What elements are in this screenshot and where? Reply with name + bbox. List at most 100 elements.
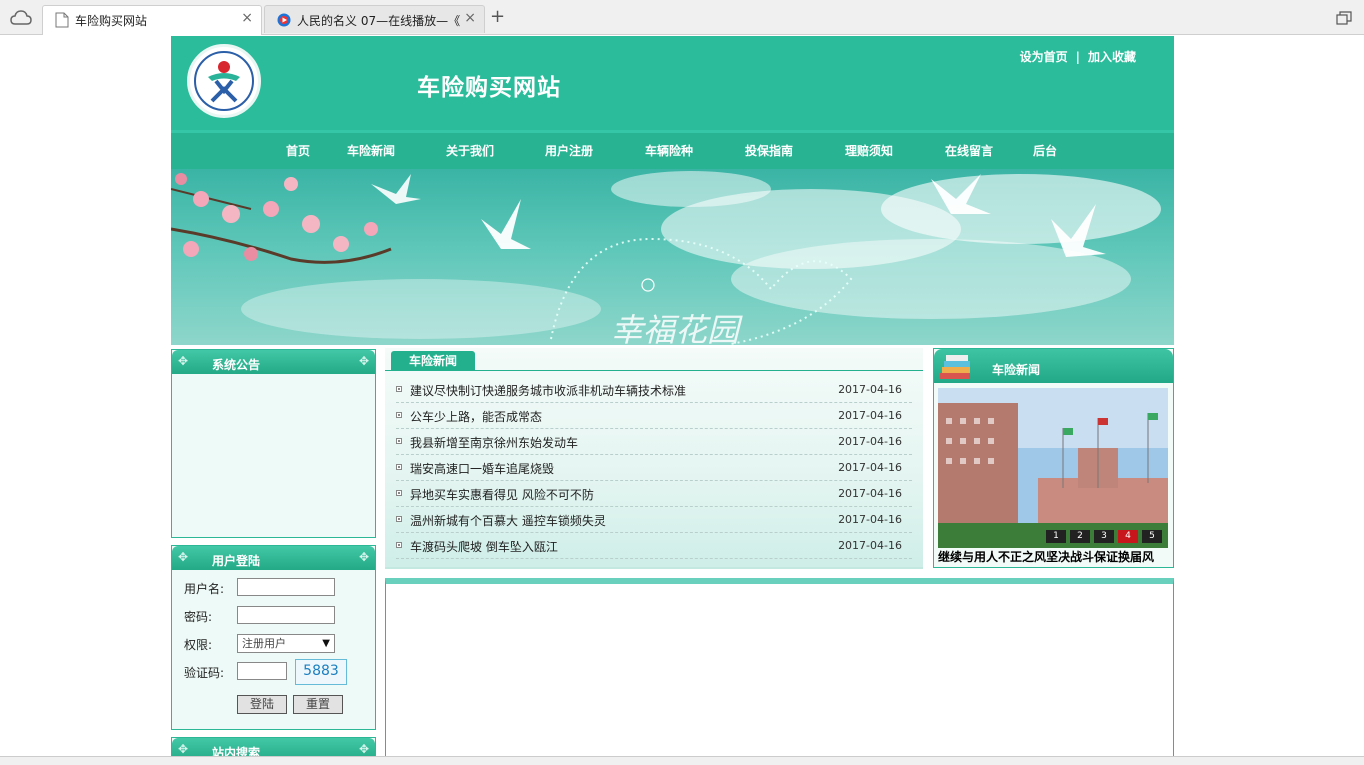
news-photo-header: 车险新闻 (934, 349, 1173, 383)
news-list-item[interactable]: 公车少上路，能否成常态 2017-04-16 (396, 402, 912, 429)
news-list-item[interactable]: 车渡码头爬坡 倒车坠入瓯江 2017-04-16 (396, 532, 912, 559)
news-title[interactable]: 车渡码头爬坡 倒车坠入瓯江 (410, 538, 558, 555)
slide-number-button[interactable]: 1 (1046, 530, 1066, 543)
news-date: 2017-04-16 (838, 539, 902, 552)
tab-label: 车险购买网站 (75, 14, 148, 28)
news-title[interactable]: 建议尽快制订快递服务城市收派非机动车辆技术标准 (410, 382, 686, 399)
books-icon (940, 355, 970, 379)
tab-underline (385, 370, 923, 371)
login-panel: ✥ 用户登陆 ✥ 用户名: 密码: 权限: 注册用户 ▼ 验证码: 5883 登… (171, 545, 376, 730)
bullet-icon (396, 542, 402, 548)
captcha-label: 验证码: (184, 666, 225, 680)
news-title[interactable]: 异地买车实惠看得见 风险不可不防 (410, 486, 594, 503)
username-label: 用户名: (184, 582, 225, 596)
bullet-icon (396, 438, 402, 444)
site-header: 车险购买网站 设为首页 | 加入收藏 (171, 36, 1174, 130)
ornament-icon: ✥ (178, 354, 189, 368)
news-date: 2017-04-16 (838, 383, 902, 396)
login-title: 用户登陆 (212, 554, 261, 568)
news-photo-image (938, 388, 1168, 548)
set-homepage-link[interactable]: 设为首页 (1020, 50, 1068, 64)
nav-item-home[interactable]: 首页 (286, 142, 310, 159)
video-site-icon (277, 13, 291, 27)
slide-number-button[interactable]: 2 (1070, 530, 1090, 543)
news-date: 2017-04-16 (838, 409, 902, 422)
nav-item-guide[interactable]: 投保指南 (745, 142, 793, 159)
bullet-icon (396, 386, 402, 392)
news-list-item[interactable]: 我县新增至南京徐州东始发动车 2017-04-16 (396, 428, 912, 455)
nav-item-news[interactable]: 车险新闻 (347, 142, 395, 159)
username-input[interactable] (237, 578, 335, 596)
banner-image: 幸福花园 (171, 169, 1174, 345)
new-tab-icon[interactable]: + (490, 6, 505, 27)
window-restore-icon[interactable] (1336, 11, 1352, 25)
tab-video[interactable]: 人民的名义 07—在线播放—《 × (264, 5, 485, 33)
slide-number-button[interactable]: 5 (1142, 530, 1162, 543)
news-photo-title: 车险新闻 (992, 363, 1041, 377)
news-title[interactable]: 温州新城有个百慕大 遥控车锁频失灵 (410, 512, 606, 529)
add-favorite-link[interactable]: 加入收藏 (1088, 50, 1136, 64)
password-input[interactable] (237, 606, 335, 624)
close-icon[interactable]: × (241, 10, 253, 26)
news-title[interactable]: 公车少上路，能否成常态 (410, 408, 542, 425)
news-list-item[interactable]: 建议尽快制订快递服务城市收派非机动车辆技术标准 2017-04-16 (396, 376, 912, 403)
slide-number-button[interactable]: 4 (1118, 530, 1138, 543)
ornament-icon: ✥ (358, 550, 369, 564)
bullet-icon (396, 516, 402, 522)
login-header: ✥ 用户登陆 ✥ (172, 546, 375, 570)
site-logo (187, 44, 261, 118)
nav-item-register[interactable]: 用户注册 (545, 142, 593, 159)
ornament-icon: ✥ (358, 354, 369, 368)
logo-emblem-icon (194, 51, 254, 111)
dropdown-arrow-icon: ▼ (322, 638, 330, 649)
news-list-item[interactable]: 异地买车实惠看得见 风险不可不防 2017-04-16 (396, 480, 912, 507)
ornament-icon: ✥ (358, 742, 369, 756)
page: 车险购买网站 设为首页 | 加入收藏 首页 车险新闻 关于我们 用户注册 车辆险种 … (171, 36, 1174, 764)
role-select[interactable]: 注册用户 ▼ (237, 634, 335, 653)
captcha-input[interactable] (237, 662, 287, 680)
page-icon (55, 12, 69, 28)
close-icon[interactable]: × (464, 10, 476, 26)
news-photo-slideshow[interactable]: 12345 (938, 388, 1168, 548)
main-nav: 首页 车险新闻 关于我们 用户注册 车辆险种 投保指南 理赔须知 在线留言 后台 (171, 130, 1174, 169)
browser-tab-bar: 车险购买网站 × 人民的名义 07—在线播放—《 × + (0, 0, 1364, 35)
announcement-panel: ✥ 系统公告 ✥ (171, 349, 376, 538)
tab-car-news[interactable]: 车险新闻 (391, 351, 475, 371)
tab-car-insurance[interactable]: 车险购买网站 × (42, 5, 262, 35)
nav-item-message[interactable]: 在线留言 (945, 142, 993, 159)
announcement-header: ✥ 系统公告 ✥ (172, 350, 375, 374)
cloud-icon[interactable] (10, 9, 32, 27)
nav-item-claims[interactable]: 理赔须知 (845, 142, 893, 159)
bullet-icon (396, 490, 402, 496)
announcement-title: 系统公告 (212, 358, 261, 372)
login-button[interactable]: 登陆 (237, 695, 287, 714)
bullet-icon (396, 412, 402, 418)
slide-number-strip: 12345 (1046, 530, 1164, 544)
site-title: 车险购买网站 (417, 74, 561, 101)
news-date: 2017-04-16 (838, 487, 902, 500)
news-photo-caption[interactable]: 继续与用人不正之风坚决战斗保证换届风 (938, 548, 1170, 565)
news-date: 2017-04-16 (838, 435, 902, 448)
banner-text-graphic: 幸福花园 (611, 311, 743, 345)
captcha-image[interactable]: 5883 (295, 659, 347, 685)
news-list-panel: 车险新闻 建议尽快制订快递服务城市收派非机动车辆技术标准 2017-04-16 公车… (385, 348, 923, 569)
news-list-item[interactable]: 温州新城有个百慕大 遥控车锁频失灵 2017-04-16 (396, 506, 912, 533)
tab-label: 人民的名义 07—在线播放—《 (297, 14, 461, 28)
news-title[interactable]: 我县新增至南京徐州东始发动车 (410, 434, 578, 451)
content-box (385, 578, 1174, 764)
ornament-icon: ✥ (178, 550, 189, 564)
link-separator: | (1075, 50, 1080, 64)
top-links: 设为首页 | 加入收藏 (1020, 48, 1136, 65)
password-label: 密码: (184, 610, 213, 624)
nav-item-insurance-types[interactable]: 车辆险种 (645, 142, 693, 159)
role-label: 权限: (184, 638, 213, 652)
bullet-icon (396, 464, 402, 470)
nav-item-admin[interactable]: 后台 (1033, 142, 1057, 159)
reset-button[interactable]: 重置 (293, 695, 343, 714)
news-photo-panel: 车险新闻 12345 继续与用人不正之风坚决战斗保证换届风 (933, 348, 1174, 568)
slide-number-button[interactable]: 3 (1094, 530, 1114, 543)
nav-item-about[interactable]: 关于我们 (446, 142, 494, 159)
news-title[interactable]: 瑞安高速口一婚车追尾烧毁 (410, 460, 554, 477)
role-selected-value: 注册用户 (242, 637, 286, 650)
news-list-item[interactable]: 瑞安高速口一婚车追尾烧毁 2017-04-16 (396, 454, 912, 481)
